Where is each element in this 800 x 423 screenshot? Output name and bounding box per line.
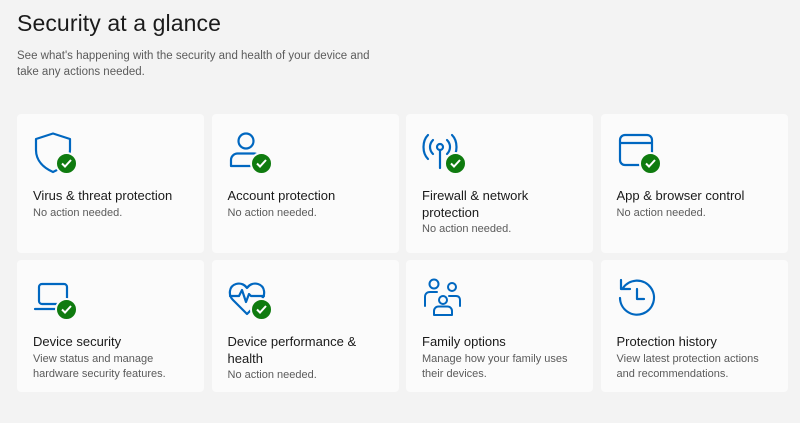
tile-status: No action needed. bbox=[422, 223, 512, 235]
checkmark-icon bbox=[638, 152, 662, 175]
tile-title: Device security bbox=[33, 334, 122, 349]
heart-pulse-icon bbox=[228, 278, 273, 322]
checkmark-icon bbox=[444, 152, 467, 175]
tile-account-protection[interactable]: Account protection No action needed. bbox=[211, 114, 399, 253]
tile-title: Account protection bbox=[227, 188, 336, 203]
tile-device-security[interactable]: Device security View status and manage h… bbox=[17, 260, 204, 392]
tile-status: No action needed. bbox=[227, 369, 317, 381]
tile-title: App & browser control bbox=[616, 188, 745, 203]
checkmark-icon bbox=[55, 298, 78, 321]
tile-app-browser-control[interactable]: App & browser control No action needed. bbox=[600, 114, 788, 253]
shield-icon bbox=[33, 132, 78, 176]
tile-status: No action needed. bbox=[227, 206, 317, 219]
person-icon bbox=[228, 132, 273, 176]
browser-window-icon bbox=[617, 132, 662, 176]
tile-title: Device performance & health bbox=[227, 334, 357, 366]
tile-title: Protection history bbox=[616, 334, 717, 349]
tile-firewall-network-protection[interactable]: Firewall & network protection No action … bbox=[406, 114, 593, 253]
checkmark-icon bbox=[249, 298, 273, 321]
laptop-icon bbox=[33, 278, 78, 322]
tile-title: Family options bbox=[422, 334, 506, 349]
tile-grid: Virus & threat protection No action need… bbox=[17, 114, 788, 392]
tile-status: Manage how your family uses their device… bbox=[422, 352, 568, 380]
page-subtitle: See what's happening with the security a… bbox=[17, 50, 370, 78]
antenna-icon bbox=[422, 132, 467, 176]
page-title: Security at a glance bbox=[17, 10, 222, 36]
tile-status: View status and manage hardware security… bbox=[33, 352, 166, 380]
family-icon bbox=[422, 278, 466, 322]
tile-family-options[interactable]: Family options Manage how your family us… bbox=[406, 260, 593, 392]
tile-protection-history[interactable]: Protection history View latest protectio… bbox=[600, 260, 788, 392]
checkmark-icon bbox=[55, 152, 78, 175]
tile-status: No action needed. bbox=[616, 206, 706, 219]
checkmark-icon bbox=[249, 152, 273, 175]
tile-status: No action needed. bbox=[33, 206, 123, 219]
tile-title: Virus & threat protection bbox=[33, 188, 173, 203]
tile-virus-threat-protection[interactable]: Virus & threat protection No action need… bbox=[17, 114, 204, 253]
tile-device-performance-health[interactable]: Device performance & health No action ne… bbox=[211, 260, 399, 392]
tile-title: Firewall & network protection bbox=[422, 188, 529, 220]
history-clock-icon bbox=[617, 278, 661, 322]
tile-status: View latest protection actions and recom… bbox=[616, 352, 759, 380]
